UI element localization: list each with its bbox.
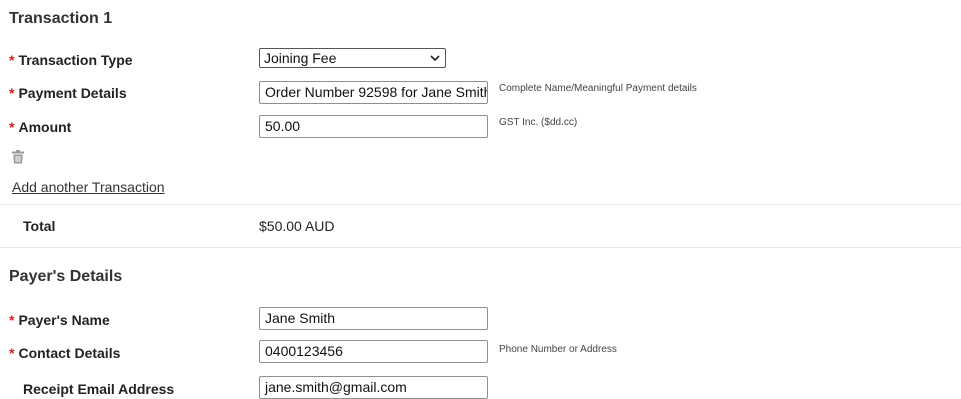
required-marker: * xyxy=(9,119,15,135)
transaction-type-label-text: Transaction Type xyxy=(18,52,133,68)
payer-name-label: * Payer's Name xyxy=(9,310,110,330)
payment-details-row: * Payment Details Order Number 92598 for … xyxy=(0,81,961,109)
divider xyxy=(0,247,961,248)
payment-form: Transaction 1 * Transaction Type Joining … xyxy=(0,0,961,399)
amount-hint: GST Inc. ($dd.cc) xyxy=(499,117,578,128)
amount-input[interactable]: 50.00 xyxy=(259,115,488,138)
payment-details-input[interactable]: Order Number 92598 for Jane Smith xyxy=(259,81,488,104)
required-marker: * xyxy=(9,52,15,68)
payer-name-row: * Payer's Name Jane Smith xyxy=(0,307,961,336)
total-value: $50.00 AUD xyxy=(259,218,335,234)
payment-details-hint: Complete Name/Meaningful Payment details xyxy=(499,83,697,94)
transaction-type-label: * Transaction Type xyxy=(9,50,133,70)
chevron-down-icon xyxy=(430,50,440,68)
amount-label: * Amount xyxy=(9,117,71,137)
transaction-type-row: * Transaction Type Joining Fee xyxy=(0,48,961,76)
payer-section-title: Payer's Details xyxy=(9,268,123,285)
receipt-email-row: Receipt Email Address jane.smith@gmail.c… xyxy=(0,376,961,399)
required-marker: * xyxy=(9,345,15,361)
receipt-email-label: Receipt Email Address xyxy=(23,381,175,397)
total-label: Total xyxy=(23,218,56,234)
contact-details-hint: Phone Number or Address xyxy=(499,344,617,355)
divider xyxy=(0,204,961,205)
payer-name-label-text: Payer's Name xyxy=(18,312,110,328)
contact-details-label-text: Contact Details xyxy=(18,345,121,361)
contact-details-input[interactable]: 0400123456 xyxy=(259,340,488,363)
payer-name-input[interactable]: Jane Smith xyxy=(259,307,488,330)
transaction-section-title: Transaction 1 xyxy=(9,10,113,27)
amount-row: * Amount 50.00 GST Inc. ($dd.cc) xyxy=(0,115,961,143)
transaction-type-select[interactable]: Joining Fee xyxy=(259,48,446,68)
payment-details-label-text: Payment Details xyxy=(18,85,127,101)
contact-details-label: * Contact Details xyxy=(9,343,120,363)
receipt-email-input[interactable]: jane.smith@gmail.com xyxy=(259,376,488,399)
transaction-type-value: Joining Fee xyxy=(264,50,337,66)
required-marker: * xyxy=(9,85,15,101)
trash-icon[interactable] xyxy=(12,150,24,164)
required-marker: * xyxy=(9,312,15,328)
contact-details-row: * Contact Details 0400123456 Phone Number… xyxy=(0,340,961,369)
amount-label-text: Amount xyxy=(18,119,72,135)
add-transaction-link[interactable]: Add another Transaction xyxy=(12,179,165,195)
payment-details-label: * Payment Details xyxy=(9,83,127,103)
